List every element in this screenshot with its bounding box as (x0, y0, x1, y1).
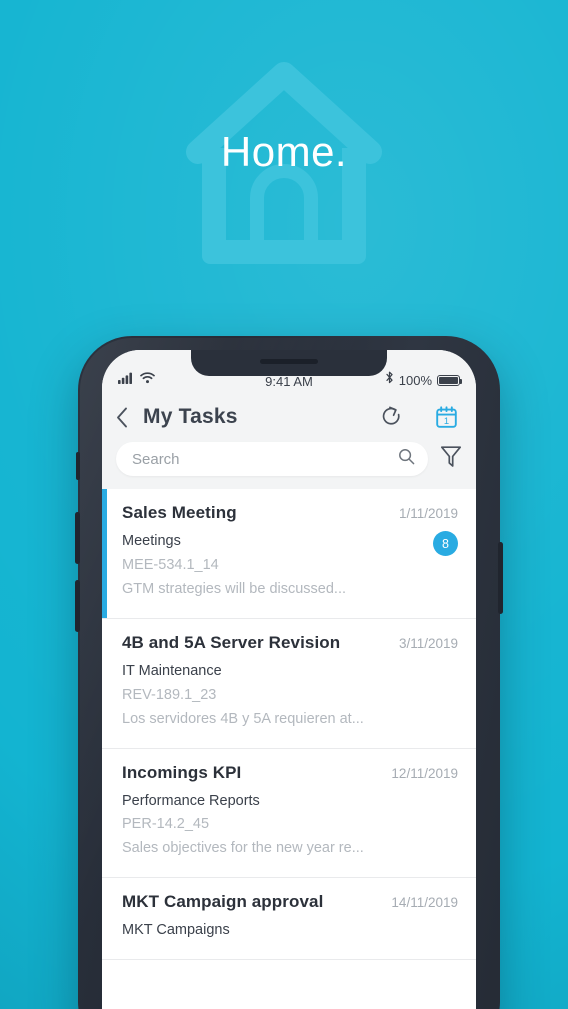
earpiece-speaker (260, 359, 318, 364)
task-code: REV-189.1_23 (122, 686, 217, 703)
refresh-icon[interactable] (377, 404, 407, 430)
task-body: Performance Reports PER-14.2_45 Sales obje… (122, 790, 458, 862)
calendar-day-number: 1 (444, 415, 449, 426)
search-input[interactable] (132, 450, 398, 468)
power-button[interactable] (498, 542, 503, 614)
chevron-left-icon[interactable] (112, 405, 132, 430)
task-code: MEE-534.1_14 (122, 556, 219, 573)
status-bar-time: 9:41 AM (265, 374, 313, 389)
filter-funnel-icon[interactable] (440, 445, 462, 473)
calendar-icon[interactable]: 1 (431, 404, 462, 431)
task-header-row: Sales Meeting 1/11/2019 (122, 503, 458, 523)
task-selected-accent-bar (102, 489, 107, 618)
task-header-row: Incomings KPI 12/11/2019 (122, 763, 458, 783)
task-list-item[interactable]: 4B and 5A Server Revision 3/11/2019 IT Mai… (102, 618, 476, 749)
page-title: Home. (220, 128, 348, 175)
task-list[interactable]: Sales Meeting 1/11/2019 Meetings MEE-534.1_… (102, 489, 476, 1009)
task-title: MKT Campaign approval (122, 892, 324, 912)
task-category: Meetings (122, 533, 181, 549)
hero-banner: Home. (0, 0, 568, 330)
volume-down-button[interactable] (75, 580, 80, 632)
task-header-row: MKT Campaign approval 14/11/2019 (122, 892, 458, 912)
task-category: MKT Campaigns (122, 922, 230, 939)
task-list-item[interactable]: Incomings KPI 12/11/2019 Performance Repor… (102, 748, 476, 879)
search-icon[interactable] (398, 448, 415, 470)
search-field[interactable] (116, 442, 428, 476)
task-date: 1/11/2019 (398, 506, 458, 521)
screenshot-canvas: Home. 9:41 AM 100% My Tasks 1 Search Sal… (0, 0, 568, 1009)
cellular-signal-icon (118, 371, 135, 389)
task-list-item[interactable]: Sales Meeting 1/11/2019 Meetings MEE-534.1_… (102, 489, 476, 619)
task-category: IT Maintenance (122, 662, 222, 679)
task-date: 3/11/2019 (398, 635, 458, 651)
task-body: MKT Campaigns (122, 919, 458, 943)
task-description: GTM strategies will be discussed... (122, 580, 347, 597)
task-category: Performance Reports (122, 792, 260, 809)
task-list-item[interactable]: MKT Campaign approval 14/11/2019 MKT Campa… (102, 878, 476, 961)
task-title: Sales Meeting (122, 503, 237, 522)
task-code: PER-14.2_45 (122, 816, 210, 833)
phone-notch (191, 350, 387, 376)
task-title: 4B and 5A Server Revision (122, 632, 341, 652)
battery-full-icon (437, 374, 463, 386)
nav-title: My Tasks (143, 405, 238, 428)
task-header-row: 4B and 5A Server Revision 3/11/2019 (122, 633, 458, 653)
mute-switch-button[interactable] (76, 452, 80, 480)
task-date: 12/11/2019 (391, 765, 458, 781)
volume-up-button[interactable] (75, 512, 80, 564)
wifi-icon (140, 371, 155, 389)
task-description: Los servidores 4B y 5A requieren at... (122, 710, 364, 727)
task-title: Incomings KPI (122, 762, 242, 782)
task-description: Sales objectives for the new year re... (122, 840, 364, 857)
search-row (102, 440, 476, 489)
task-body: Meetings MEE-534.1_14 GTM strategies will … (122, 530, 458, 602)
task-date: 14/11/2019 (391, 895, 458, 911)
phone-mockup: 9:41 AM 100% My Tasks 1 Search Sales Mee… (75, 336, 503, 1009)
task-body: IT Maintenance REV-189.1_23 Los servidores… (122, 660, 458, 732)
battery-percent-label: 100% (398, 372, 432, 388)
task-badge: 8 (433, 531, 458, 556)
phone-screen: 9:41 AM 100% My Tasks 1 Search Sales Mee… (102, 350, 476, 1009)
app-navigation-bar: My Tasks 1 (102, 394, 476, 440)
bluetooth-icon (385, 371, 394, 389)
